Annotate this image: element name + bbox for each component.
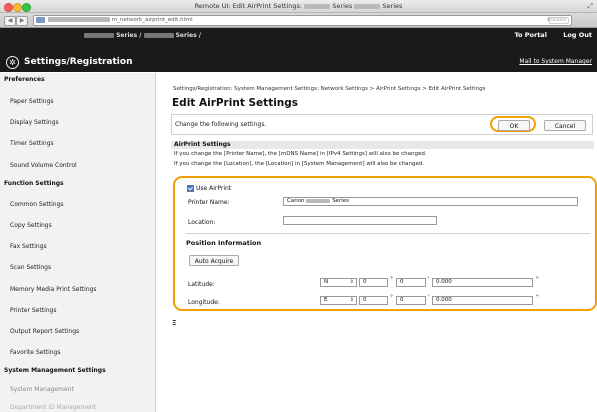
sidebar-item-favorite-settings[interactable]: Favorite Settings xyxy=(10,349,61,356)
longitude-seconds-input[interactable]: 0.000 xyxy=(432,296,533,305)
sidebar-item-output-report-settings[interactable]: Output Report Settings xyxy=(10,328,79,335)
mail-to-system-manager-link[interactable]: Mail to System Manager xyxy=(519,58,592,65)
redacted-model xyxy=(304,3,331,9)
sidebar: Preferences Paper Settings Display Setti… xyxy=(0,73,156,412)
window-title-series: Series xyxy=(332,2,353,10)
longitude-minutes-input[interactable]: 0 xyxy=(396,296,426,305)
redacted-model xyxy=(84,33,114,38)
url-text: m_network_airprint_edit.html xyxy=(48,17,193,23)
section-title: Settings/Registration xyxy=(24,57,133,67)
position-information-title: Position Information xyxy=(186,239,262,247)
printer-name-label: Printer Name: xyxy=(188,199,230,206)
breadcrumb: Settings/Registration: System Management… xyxy=(173,86,486,92)
printer-name-input[interactable]: Canon Series xyxy=(283,197,578,206)
redacted-model xyxy=(306,198,331,203)
latitude-direction-select[interactable]: N ⇕ xyxy=(320,278,357,287)
latitude-label: Latitude: xyxy=(188,281,215,288)
ok-button[interactable]: OK xyxy=(498,120,530,131)
degree-unit: ° xyxy=(390,294,393,301)
minute-unit: ' xyxy=(428,294,430,301)
settings-icon: ✲ xyxy=(6,56,19,69)
airprint-section-title: AirPrint Settings xyxy=(171,141,594,149)
latitude-seconds-input[interactable]: 0.000 xyxy=(432,278,533,287)
cancel-button[interactable]: Cancel xyxy=(544,120,586,131)
sidebar-item-display-settings[interactable]: Display Settings xyxy=(10,119,59,126)
sidebar-section-function-settings: Function Settings xyxy=(4,180,64,187)
main-content: Settings/Registration: System Management… xyxy=(156,73,597,412)
sidebar-item-printer-settings[interactable]: Printer Settings xyxy=(10,307,56,314)
instruction-text: Change the following settings. xyxy=(175,121,267,128)
window-title-prefix: Remote UI: Edit AirPrint Settings: xyxy=(194,2,303,10)
longitude-direction-select[interactable]: E ⇕ xyxy=(320,296,357,305)
note-location: If you change the [Location], the [Locat… xyxy=(174,161,425,167)
degree-unit: ° xyxy=(390,276,393,283)
redacted-model xyxy=(354,3,381,9)
divider xyxy=(186,233,590,234)
sidebar-item-fax-settings[interactable]: Fax Settings xyxy=(10,243,47,250)
sidebar-item-paper-settings[interactable]: Paper Settings xyxy=(10,98,54,105)
window-title-series-2: Series xyxy=(382,2,403,10)
longitude-degrees-input[interactable]: 0 xyxy=(359,296,388,305)
title-bar: Remote UI: Edit AirPrint Settings: Serie… xyxy=(0,0,597,13)
location-input[interactable] xyxy=(283,216,437,225)
use-airprint-checkbox[interactable]: Use AirPrint xyxy=(187,185,231,192)
site-icon xyxy=(36,17,45,23)
sidebar-section-preferences: Preferences xyxy=(4,76,45,83)
browser-toolbar: ◀ ▶ m_network_airprint_edit.html ¢ Reade… xyxy=(0,13,597,28)
minute-unit: ' xyxy=(428,276,430,283)
sidebar-item-memory-media-print-settings[interactable]: Memory Media Print Settings xyxy=(10,286,97,293)
printer-name: Series / Series / xyxy=(84,32,201,39)
sidebar-item-system-management[interactable]: System Management xyxy=(10,386,74,393)
header-links: To Portal Log Out xyxy=(500,31,592,39)
sidebar-item-common-settings[interactable]: Common Settings xyxy=(10,201,64,208)
printer-header: Series / Series / To Portal Log Out ✲ Se… xyxy=(0,28,597,72)
latitude-degrees-input[interactable]: 0 xyxy=(359,278,388,287)
longitude-label: Longitude: xyxy=(188,299,220,306)
window-title: Remote UI: Edit AirPrint Settings: Serie… xyxy=(0,2,597,10)
sidebar-item-department-id-management[interactable]: Department ID Management xyxy=(10,404,96,411)
back-icon[interactable]: ◀ xyxy=(4,16,16,26)
sidebar-item-scan-settings[interactable]: Scan Settings xyxy=(10,264,51,271)
location-label: Location: xyxy=(188,219,216,226)
page-title: Edit AirPrint Settings xyxy=(172,97,299,109)
checkbox-checked-icon[interactable] xyxy=(187,185,194,192)
select-arrows-icon: ⇕ xyxy=(349,279,354,285)
browser-window: Remote UI: Edit AirPrint Settings: Serie… xyxy=(0,0,597,412)
second-unit: " xyxy=(536,276,539,283)
second-unit: " xyxy=(536,294,539,301)
fullscreen-icon[interactable]: ⤢ xyxy=(587,2,593,11)
sidebar-item-sound-volume-control[interactable]: Sound Volume Control xyxy=(10,162,77,169)
use-airprint-label: Use AirPrint xyxy=(196,185,232,192)
action-bar: Change the following settings. OK Cancel xyxy=(171,114,593,135)
sidebar-item-timer-settings[interactable]: Timer Settings xyxy=(10,140,54,147)
latitude-minutes-input[interactable]: 0 xyxy=(396,278,426,287)
sidebar-section-system-management-settings: System Management Settings xyxy=(4,367,106,374)
note-printer-name: If you change the [Printer Name], the [m… xyxy=(174,151,427,157)
reader-button[interactable]: Reader xyxy=(549,17,569,24)
sidebar-item-copy-settings[interactable]: Copy Settings xyxy=(10,222,52,229)
auto-acquire-button[interactable]: Auto Acquire xyxy=(189,255,239,266)
select-arrows-icon: ⇕ xyxy=(349,297,354,303)
redacted-model xyxy=(143,33,174,38)
address-bar[interactable]: m_network_airprint_edit.html ¢ Reader xyxy=(33,15,572,26)
page-top-icon[interactable]: Ξ xyxy=(172,319,176,327)
to-portal-link[interactable]: To Portal xyxy=(514,31,546,39)
forward-icon[interactable]: ▶ xyxy=(16,16,28,26)
log-out-link[interactable]: Log Out xyxy=(563,31,592,39)
